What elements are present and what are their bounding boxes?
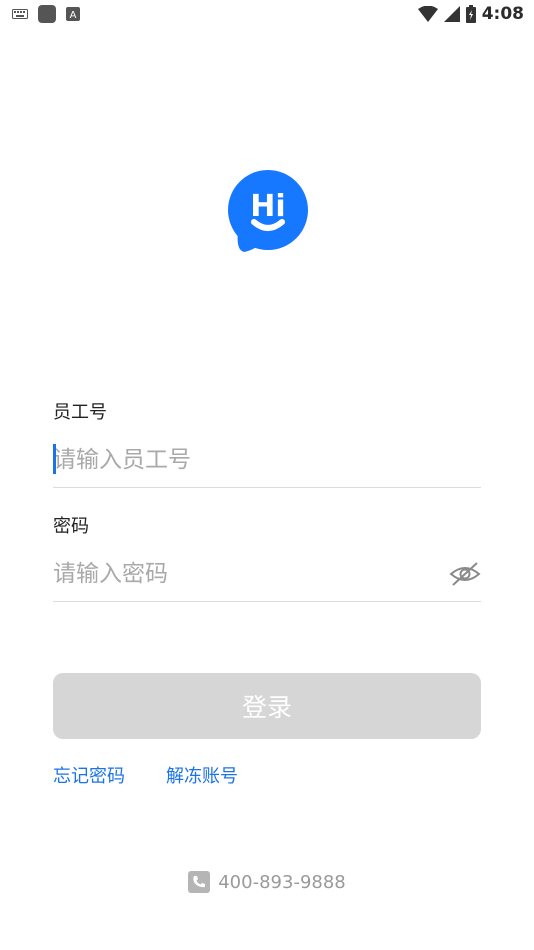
svg-text:A: A bbox=[70, 10, 77, 21]
keyboard-icon bbox=[12, 9, 28, 19]
status-bar: A 4:08 bbox=[0, 0, 534, 28]
password-label: 密码 bbox=[53, 516, 89, 537]
employee-id-label: 员工号 bbox=[53, 402, 107, 423]
employee-id-field[interactable] bbox=[53, 432, 481, 488]
a-icon: A bbox=[66, 7, 80, 21]
app-logo-icon: Hi bbox=[228, 170, 308, 252]
footer-phone[interactable]: 400-893-9888 bbox=[0, 868, 534, 896]
unfreeze-account-link[interactable]: 解冻账号 bbox=[166, 762, 238, 788]
login-button[interactable]: 登录 bbox=[53, 673, 481, 739]
logo-text: Hi bbox=[250, 189, 285, 224]
forgot-password-link[interactable]: 忘记密码 bbox=[53, 762, 125, 788]
status-left: A bbox=[12, 5, 80, 23]
phone-icon bbox=[188, 871, 211, 893]
status-right: 4:08 bbox=[417, 4, 524, 24]
phone-number: 400-893-9888 bbox=[218, 871, 346, 893]
password-input[interactable] bbox=[53, 553, 433, 594]
text-cursor bbox=[53, 444, 56, 474]
app-icon bbox=[38, 5, 56, 23]
eye-closed-icon[interactable] bbox=[449, 560, 481, 588]
status-time: 4:08 bbox=[481, 4, 524, 24]
signal-icon bbox=[443, 6, 460, 22]
wifi-icon bbox=[417, 6, 438, 22]
battery-icon bbox=[465, 5, 476, 23]
employee-id-input[interactable] bbox=[53, 439, 481, 480]
password-field[interactable] bbox=[53, 546, 481, 602]
